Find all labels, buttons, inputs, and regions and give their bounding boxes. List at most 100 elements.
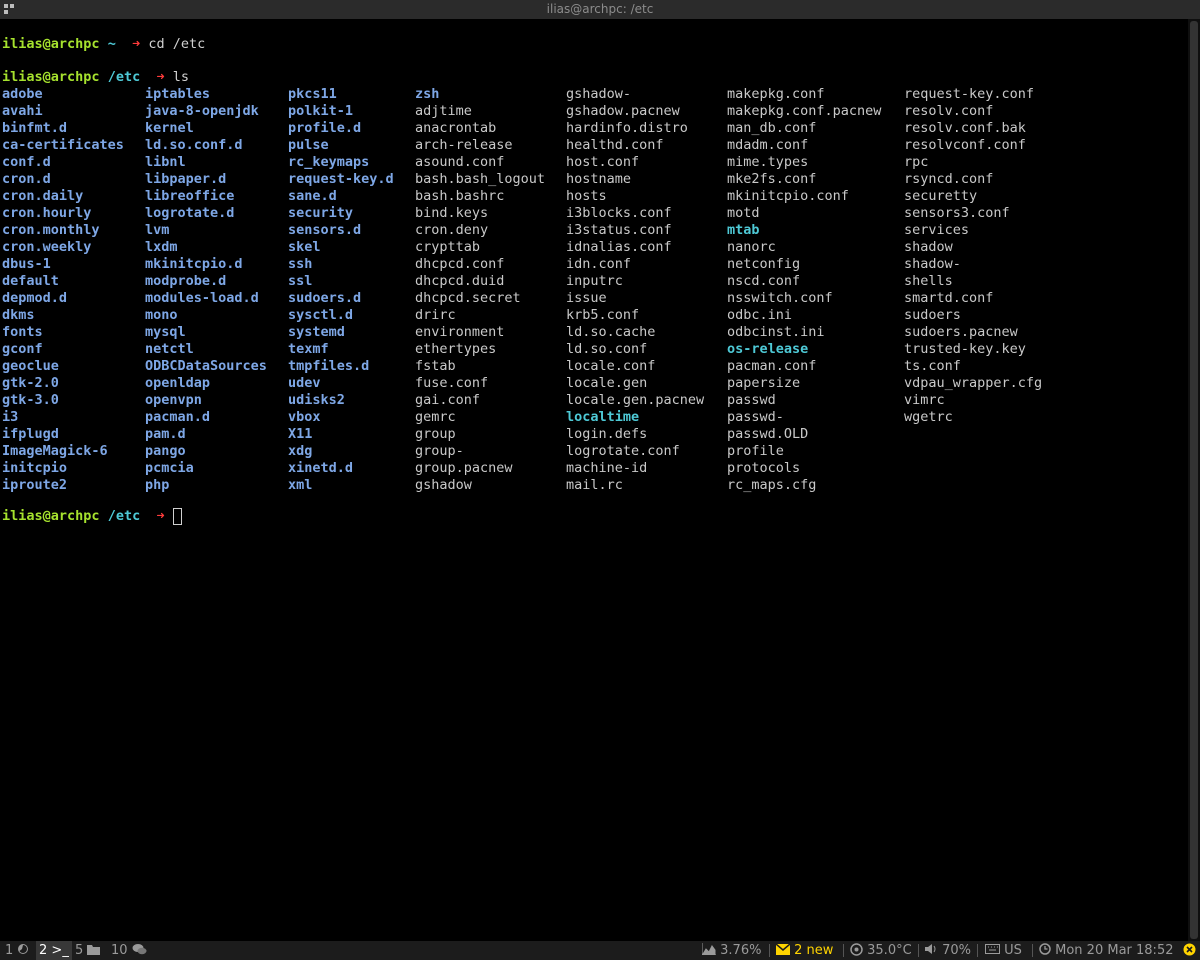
- folder-icon: [87, 945, 101, 955]
- workspace-5-button[interactable]: 5: [72, 941, 103, 960]
- ls-entry-dir: polkit-1: [288, 103, 354, 119]
- prompt-line: ilias@archpc ~ ➜ cd /etc: [2, 36, 205, 53]
- ls-entry-file: makepkg.conf.pacnew: [727, 103, 882, 119]
- window-menu-icon[interactable]: [4, 4, 15, 15]
- terminal-scrollbar[interactable]: [1188, 19, 1200, 941]
- ls-entry-file: makepkg.conf: [727, 86, 825, 102]
- ls-entry-file: smartd.conf: [904, 290, 994, 306]
- ls-entry-file: gshadow: [415, 477, 472, 493]
- power-icon: [1183, 943, 1196, 956]
- datetime: Mon 20 Mar 18:52: [1055, 943, 1174, 958]
- ls-entry-dir: sudoers.d: [288, 290, 362, 306]
- ls-entry-file: resolv.conf.bak: [904, 120, 1026, 136]
- prompt-command: cd /etc: [148, 36, 206, 52]
- workspace-1-button[interactable]: 1: [2, 941, 32, 960]
- ls-entry-file: host.conf: [566, 154, 640, 170]
- ls-entry-file: sensors3.conf: [904, 205, 1010, 221]
- prompt-line-active[interactable]: ilias@archpc /etc ➜: [2, 508, 182, 525]
- firefox-icon: [18, 944, 29, 954]
- workspace-number: 10: [111, 943, 128, 958]
- ls-entry-dir: modules-load.d: [145, 290, 259, 306]
- keyboard-status: US: [985, 941, 1022, 960]
- ls-entry-file: locale.gen.pacnew: [566, 392, 705, 408]
- ls-entry-file: netconfig: [727, 256, 801, 272]
- workspace-10-button[interactable]: 10: [108, 941, 150, 960]
- ls-entry-dir: security: [288, 205, 354, 221]
- temperature-status: 35.0°C: [850, 941, 912, 960]
- prompt-arrow-icon: ➜: [156, 508, 165, 524]
- clock-icon: [1039, 943, 1051, 955]
- ls-entry-file: healthd.conf: [566, 137, 664, 153]
- ls-entry-dir: default: [2, 273, 59, 289]
- ls-entry-file: services: [904, 222, 970, 238]
- ls-entry-dir: zsh: [415, 86, 440, 102]
- cpu-status: 3.76%: [701, 941, 761, 960]
- ls-entry-dir: udisks2: [288, 392, 345, 408]
- prompt-command: ls: [172, 69, 190, 85]
- ls-entry-dir: php: [145, 477, 170, 493]
- ls-entry-dir: binfmt.d: [2, 120, 68, 136]
- ls-entry-file: odbcinst.ini: [727, 324, 825, 340]
- workspace-2-button[interactable]: 2 >_: [36, 941, 72, 960]
- ls-entry-link: localtime: [566, 409, 640, 425]
- ls-entry-file: odbc.ini: [727, 307, 793, 323]
- ls-entry-dir: adobe: [2, 86, 43, 102]
- ls-entry-dir: udev: [288, 375, 321, 391]
- ls-entry-file: resolvconf.conf: [904, 137, 1026, 153]
- ls-entry-dir: libnl: [145, 154, 186, 170]
- ls-entry-dir: iptables: [145, 86, 211, 102]
- ls-entry-file: ethertypes: [415, 341, 497, 357]
- keyboard-layout: US: [1004, 943, 1022, 958]
- ls-entry-file: fuse.conf: [415, 375, 489, 391]
- prompt-cwd: /etc: [107, 69, 141, 85]
- ls-entry-file: logrotate.conf: [566, 443, 680, 459]
- power-status[interactable]: [1183, 941, 1196, 960]
- ls-entry-dir: lxdm: [145, 239, 178, 255]
- window-titlebar[interactable]: ilias@archpc: /etc: [0, 0, 1200, 19]
- ls-entry-dir: pam.d: [145, 426, 186, 442]
- ls-entry-file: idn.conf: [566, 256, 632, 272]
- ls-entry-dir: avahi: [2, 103, 43, 119]
- ls-entry-file: passwd.OLD: [727, 426, 809, 442]
- ls-entry-dir: cron.d: [2, 171, 51, 187]
- ls-entry-file: group.pacnew: [415, 460, 513, 476]
- ls-entry-file: gai.conf: [415, 392, 481, 408]
- ls-entry-file: wgetrc: [904, 409, 953, 425]
- ls-entry-file: passwd: [727, 392, 776, 408]
- ls-entry-dir: sysctl.d: [288, 307, 354, 323]
- ls-entry-file: dhcpcd.conf: [415, 256, 505, 272]
- prompt-user: ilias@archpc: [2, 69, 100, 85]
- cpu-graph-icon: [701, 943, 716, 956]
- ls-entry-dir: pacman.d: [145, 409, 211, 425]
- ls-entry-file: hosts: [566, 188, 607, 204]
- ls-entry-file: shadow: [904, 239, 953, 255]
- ls-entry-dir: ssl: [288, 273, 313, 289]
- ls-entry-dir: request-key.d: [288, 171, 394, 187]
- ls-entry-file: rsyncd.conf: [904, 171, 994, 187]
- ls-entry-link: os-release: [727, 341, 809, 357]
- ls-entry-file: pacman.conf: [727, 358, 817, 374]
- ls-entry-dir: cron.daily: [2, 188, 84, 204]
- ls-entry-file: dhcpcd.duid: [415, 273, 505, 289]
- ls-entry-file: nsswitch.conf: [727, 290, 833, 306]
- ls-entry-file: motd: [727, 205, 760, 221]
- ls-entry-dir: dbus-1: [2, 256, 51, 272]
- ls-column: iptables java-8-openjdk kernel ld.so.conf.d…: [145, 86, 267, 494]
- ls-entry-file: fstab: [415, 358, 456, 374]
- mail-status[interactable]: 2 new: [775, 941, 833, 960]
- ls-entry-file: shells: [904, 273, 953, 289]
- ls-entry-dir: ifplugd: [2, 426, 59, 442]
- ls-entry-dir: pcmcia: [145, 460, 194, 476]
- ls-entry-dir: fonts: [2, 324, 43, 340]
- ls-entry-dir: openvpn: [145, 392, 202, 408]
- ls-entry-file: gemrc: [415, 409, 456, 425]
- ls-entry-dir: cron.weekly: [2, 239, 92, 255]
- ls-entry-dir: skel: [288, 239, 321, 255]
- ls-entry-file: ts.conf: [904, 358, 961, 374]
- ls-entry-file: bind.keys: [415, 205, 489, 221]
- chat-icon: [132, 944, 147, 955]
- volume-status[interactable]: 70%: [925, 941, 971, 960]
- ls-entry-dir: lvm: [145, 222, 170, 238]
- ls-entry-file: environment: [415, 324, 505, 340]
- window-title: ilias@archpc: /etc: [546, 2, 654, 16]
